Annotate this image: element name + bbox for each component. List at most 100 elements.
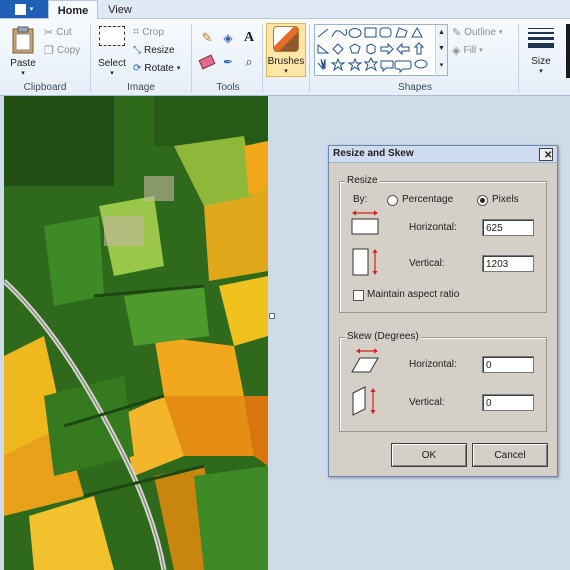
fill-button[interactable]: ◈ Fill ▾ [452,43,483,57]
triangle-shape-icon [411,26,423,38]
fill-label: Fill [463,44,477,56]
group-label-image: Image [127,82,155,93]
file-menu-button[interactable]: ▾ [0,0,48,18]
down-arrow-shape-icon [317,58,326,71]
resize-button[interactable]: ⤡ Resize [133,43,175,57]
resize-vertical-icon [352,248,378,276]
file-menu-icon [14,3,26,15]
chevron-down-icon: ▾ [21,69,25,77]
rounded-rectangle-shape-icon [379,27,392,38]
gallery-scroll-up-button[interactable]: ▲ [435,25,447,41]
group-label-tools: Tools [216,82,240,93]
copy-label: Copy [56,44,81,56]
chevron-down-icon: ▾ [284,67,288,75]
ribbon-divider [90,24,91,92]
diamond-shape-icon [332,43,344,55]
skew-legend: Skew (Degrees) [345,331,421,342]
select-icon [99,25,125,46]
skew-vertical-label: Vertical: [409,397,445,408]
color-swatch-partial[interactable] [566,24,570,78]
chevron-down-icon: ▾ [110,69,114,77]
line-shape-icon [317,28,329,38]
text-icon: A [243,30,255,45]
resize-horizontal-input[interactable]: 625 [482,219,534,236]
cut-label: Cut [56,26,72,38]
cancel-button[interactable]: Cancel [472,443,548,467]
four-point-star-shape-icon [330,57,346,72]
canvas-image[interactable] [4,96,268,570]
resize-label: Resize [144,44,175,56]
polygon-shape-icon [395,27,408,38]
rotate-label: Rotate [144,62,174,74]
percentage-radio[interactable] [387,195,398,206]
maintain-aspect-ratio-label[interactable]: Maintain aspect ratio [367,289,459,300]
outline-button[interactable]: ✎ Outline ▾ [452,25,502,39]
resize-horizontal-label: Horizontal: [409,222,457,233]
ribbon-divider [309,24,310,92]
eraser-icon [198,54,216,70]
skew-vertical-input[interactable]: 0 [482,394,534,411]
size-icon [528,27,554,48]
canvas-resize-handle[interactable] [269,313,275,319]
tab-home[interactable]: Home [48,0,98,20]
paste-label: Paste [10,57,36,69]
up-arrow-shape-icon [413,42,425,55]
tab-view[interactable]: View [98,0,142,19]
by-label: By: [353,194,368,205]
scissors-icon: ✂ [44,26,54,39]
resize-and-skew-dialog: Resize and Skew ✕ Resize By: Percentage … [328,145,558,477]
dialog-title-bar[interactable]: Resize and Skew ✕ [329,146,557,163]
magnifier-tool[interactable]: ⌕ [240,53,258,71]
cut-button[interactable]: ✂ Cut [44,25,72,39]
ribbon-divider [262,24,263,92]
rotate-button[interactable]: ⟳ Rotate ▾ [133,61,180,75]
group-label-shapes: Shapes [398,82,432,93]
ribbon-divider [518,24,519,92]
color-picker-icon: ✒ [222,55,234,69]
brushes-label: Brushes [267,55,305,67]
pencil-tool[interactable]: ✎ [198,29,216,47]
size-button[interactable]: Size ▾ [524,24,558,78]
six-point-star-shape-icon [363,56,379,72]
copy-button[interactable]: ❐ Copy [44,43,80,57]
brushes-button[interactable]: Brushes ▾ [266,23,306,77]
left-arrow-shape-icon [396,42,410,56]
gallery-expand-button[interactable]: ▾ [435,57,447,74]
crop-button[interactable]: ⌗ Crop [133,25,164,39]
paste-icon [12,26,34,53]
pixels-label[interactable]: Pixels [492,194,519,205]
pentagon-shape-icon [349,43,361,54]
outline-icon: ✎ [452,26,462,39]
pixels-radio[interactable] [477,195,488,206]
rounded-callout-shape-icon [394,60,412,74]
chevron-down-icon: ▾ [498,29,503,36]
chevron-down-icon: ▾ [29,6,34,13]
shapes-gallery[interactable]: ▲ ▼ ▾ [314,24,448,76]
crop-label: Crop [142,26,164,38]
text-tool[interactable]: A [240,29,258,47]
resize-icon: ⤡ [133,44,141,56]
shapes-gallery-icons [317,26,428,74]
color-picker-tool[interactable]: ✒ [219,53,237,71]
fill-icon: ◈ [452,44,461,57]
pencil-icon: ✎ [201,30,213,45]
crop-icon: ⌗ [133,25,140,38]
resize-vertical-label: Vertical: [409,258,445,269]
resize-legend: Resize [345,175,380,186]
eraser-tool[interactable] [198,53,216,71]
select-label: Select [98,57,126,69]
ok-button[interactable]: OK [391,443,467,467]
maintain-aspect-ratio-checkbox[interactable] [353,290,364,301]
close-button[interactable]: ✕ [539,148,553,161]
oval-shape-icon [348,28,362,38]
gallery-scroll-down-button[interactable]: ▼ [435,41,447,57]
close-icon: ✕ [544,150,553,161]
resize-vertical-input[interactable]: 1203 [482,255,534,272]
paste-button[interactable]: Paste ▾ [6,24,40,78]
skew-horizontal-input[interactable]: 0 [482,356,534,373]
five-point-star-shape-icon [347,57,363,72]
percentage-label[interactable]: Percentage [402,194,453,205]
select-button[interactable]: Select ▾ [96,24,128,78]
copy-icon: ❐ [44,44,54,57]
fill-tool[interactable]: ◈ [219,29,237,47]
